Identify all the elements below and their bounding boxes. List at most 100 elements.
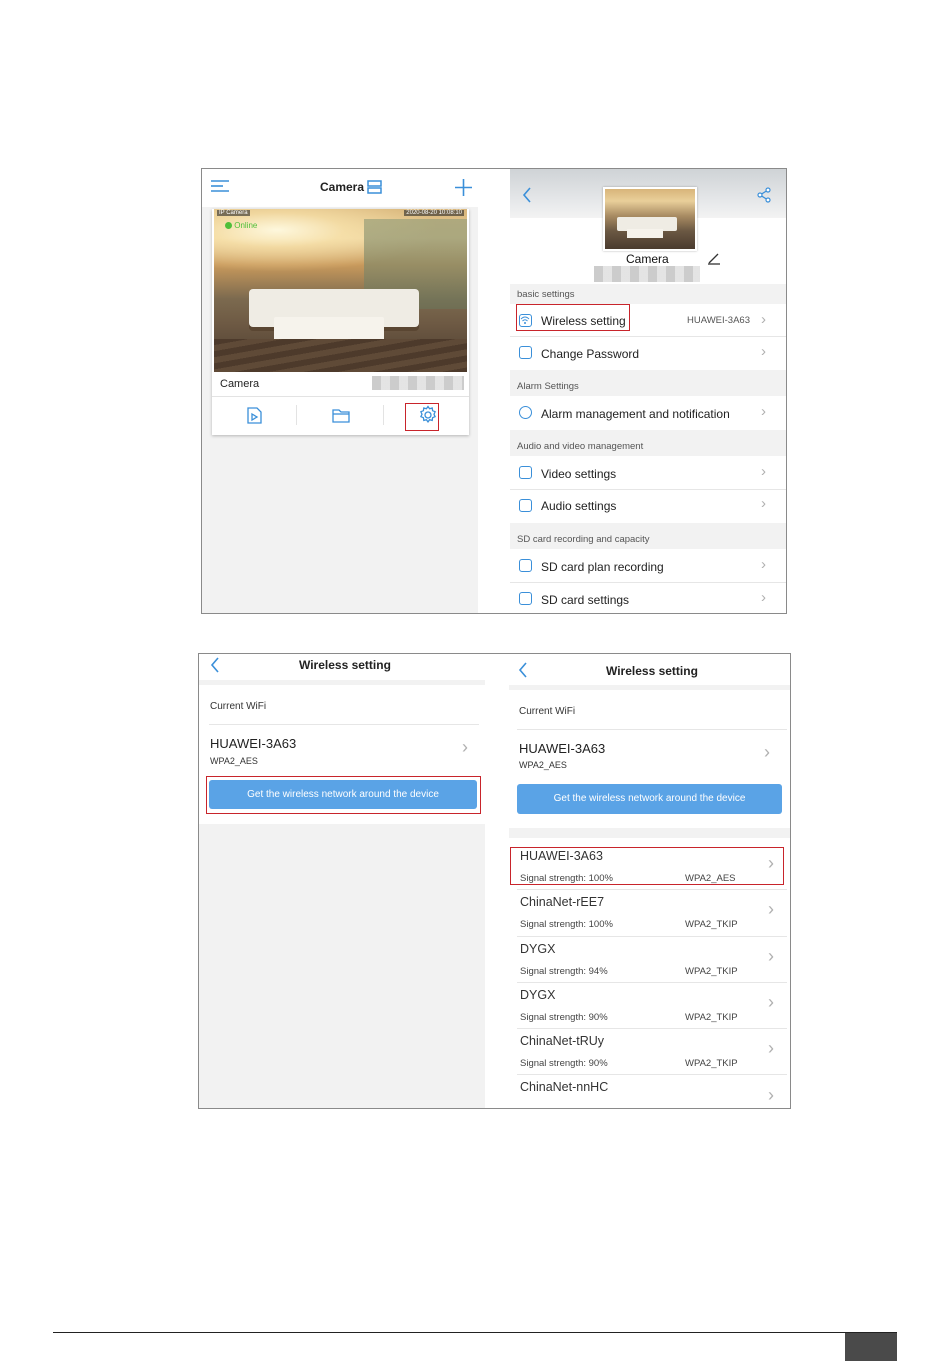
device-settings-screen: Camera basic settings Wireless setting H… — [510, 169, 786, 613]
network-row[interactable]: ChinaNet-tRUy Signal strength: 90% WPA2_… — [509, 1031, 790, 1077]
top-figure: Camera IP Camera 2020-08-20 10:08:10 Onl — [201, 168, 787, 614]
page-title: Wireless setting — [606, 664, 698, 678]
chevron-right-icon: › — [761, 589, 766, 606]
camera-card[interactable]: IP Camera 2020-08-20 10:08:10 Online Cam… — [212, 209, 469, 435]
chevron-right-icon: › — [768, 899, 774, 919]
chevron-right-icon: › — [761, 311, 766, 328]
network-signal: Signal strength: 100% — [520, 919, 613, 930]
share-icon[interactable] — [756, 187, 772, 208]
record-icon — [519, 559, 532, 572]
chevron-right-icon: › — [761, 343, 766, 360]
highlight-scan-button — [206, 776, 481, 814]
change-password-label: Change Password — [541, 347, 640, 361]
current-wifi-security: WPA2_AES — [519, 760, 567, 770]
current-wifi-ssid: HUAWEI-3A63 — [210, 736, 297, 751]
video-settings-label: Video settings — [541, 467, 617, 481]
network-signal: Signal strength: 94% — [520, 966, 608, 977]
footer-rule — [53, 1332, 897, 1333]
sd-card-icon — [519, 592, 532, 605]
device-thumbnail — [603, 187, 697, 251]
folder-icon[interactable] — [332, 408, 350, 428]
chevron-right-icon: › — [462, 737, 468, 757]
camera-name: Camera — [220, 378, 260, 390]
network-row[interactable]: DYGX Signal strength: 90% WPA2_TKIP › — [509, 985, 790, 1031]
current-wifi-label: Current WiFi — [519, 706, 576, 717]
audio-settings-row[interactable]: Audio settings › — [510, 490, 786, 522]
current-wifi-row[interactable]: HUAWEI-3A63 WPA2_AES › — [509, 733, 790, 777]
back-icon[interactable] — [518, 662, 528, 683]
network-security: WPA2_TKIP — [685, 1012, 738, 1023]
device-id-redacted — [594, 266, 700, 282]
highlight-wireless-setting — [516, 304, 630, 331]
sd-plan-recording-row[interactable]: SD card plan recording › — [510, 550, 786, 582]
camera-overlay-label: IP Camera — [217, 210, 250, 216]
chevron-right-icon: › — [761, 495, 766, 512]
section-audio-video: Audio and video management — [517, 441, 644, 452]
camera-list-screen: Camera IP Camera 2020-08-20 10:08:10 Onl — [202, 169, 478, 613]
wireless-setting-screen: Wireless setting Current WiFi HUAWEI-3A6… — [199, 654, 485, 1108]
alarm-icon — [519, 406, 532, 419]
current-wifi-row[interactable]: HUAWEI-3A63 WPA2_AES › — [199, 728, 485, 772]
network-ssid: DYGX — [520, 942, 556, 956]
sd-plan-recording-label: SD card plan recording — [541, 560, 664, 574]
page-title: Camera — [320, 180, 365, 194]
highlight-selected-network — [510, 847, 784, 885]
section-alarm-settings: Alarm Settings — [517, 381, 579, 392]
network-ssid: DYGX — [520, 988, 556, 1002]
layout-toggle-icon[interactable] — [367, 180, 382, 199]
chevron-right-icon: › — [768, 946, 774, 966]
device-name: Camera — [626, 252, 669, 266]
chevron-right-icon: › — [768, 1038, 774, 1058]
audio-settings-label: Audio settings — [541, 499, 617, 513]
page-number-tab — [845, 1333, 897, 1361]
chevron-right-icon: › — [764, 742, 770, 762]
chevron-right-icon: › — [768, 1085, 774, 1105]
camera-list-header: Camera — [202, 169, 478, 207]
network-row[interactable]: ChinaNet-rEE7 Signal strength: 100% WPA2… — [509, 892, 790, 938]
network-ssid: ChinaNet-rEE7 — [520, 895, 605, 909]
chevron-right-icon: › — [761, 556, 766, 573]
network-row[interactable]: DYGX Signal strength: 94% WPA2_TKIP › — [509, 939, 790, 985]
page-title: Wireless setting — [299, 658, 391, 672]
network-signal: Signal strength: 90% — [520, 1012, 608, 1023]
section-sd-card: SD card recording and capacity — [517, 534, 650, 545]
lock-icon — [519, 346, 532, 359]
wireless-scan-screen: Wireless setting Current WiFi HUAWEI-3A6… — [509, 654, 790, 1108]
chevron-right-icon: › — [761, 463, 766, 480]
online-dot-icon — [225, 222, 232, 229]
wireless-setting-value: HUAWEI-3A63 — [687, 315, 750, 326]
camera-overlay-timestamp: 2020-08-20 10:08:10 — [404, 210, 464, 216]
back-icon[interactable] — [210, 657, 220, 678]
camera-id-redacted — [372, 376, 464, 390]
network-security: WPA2_TKIP — [685, 966, 738, 977]
scan-wifi-button[interactable]: Get the wireless network around the devi… — [517, 784, 782, 814]
speaker-icon — [519, 499, 532, 512]
edit-icon[interactable] — [707, 251, 721, 270]
back-icon[interactable] — [522, 187, 532, 208]
chevron-right-icon: › — [768, 992, 774, 1012]
current-wifi-ssid: HUAWEI-3A63 — [519, 741, 606, 756]
section-basic-settings: basic settings — [517, 289, 575, 300]
chevron-right-icon: › — [761, 403, 766, 420]
highlight-settings — [405, 403, 439, 431]
add-icon[interactable] — [455, 179, 472, 201]
bottom-figure: Wireless setting Current WiFi HUAWEI-3A6… — [198, 653, 791, 1109]
change-password-row[interactable]: Change Password › — [510, 337, 786, 369]
network-ssid: ChinaNet-nnHC — [520, 1080, 609, 1094]
sd-card-settings-row[interactable]: SD card settings › — [510, 583, 786, 613]
video-camera-icon — [519, 466, 532, 479]
network-security: WPA2_TKIP — [685, 1058, 738, 1069]
current-wifi-security: WPA2_AES — [210, 756, 258, 766]
network-ssid: ChinaNet-tRUy — [520, 1034, 605, 1048]
alarm-management-label: Alarm management and notification — [541, 407, 730, 421]
alarm-management-row[interactable]: Alarm management and notification › — [510, 397, 786, 429]
video-settings-row[interactable]: Video settings › — [510, 457, 786, 489]
online-status-text: Online — [234, 221, 258, 230]
network-row[interactable]: ChinaNet-nnHC › — [509, 1077, 790, 1108]
camera-thumbnail[interactable]: IP Camera 2020-08-20 10:08:10 Online — [214, 209, 467, 372]
network-signal: Signal strength: 90% — [520, 1058, 608, 1069]
network-security: WPA2_TKIP — [685, 919, 738, 930]
menu-icon[interactable] — [211, 179, 229, 198]
playback-icon[interactable] — [245, 407, 263, 429]
current-wifi-label: Current WiFi — [210, 701, 267, 712]
